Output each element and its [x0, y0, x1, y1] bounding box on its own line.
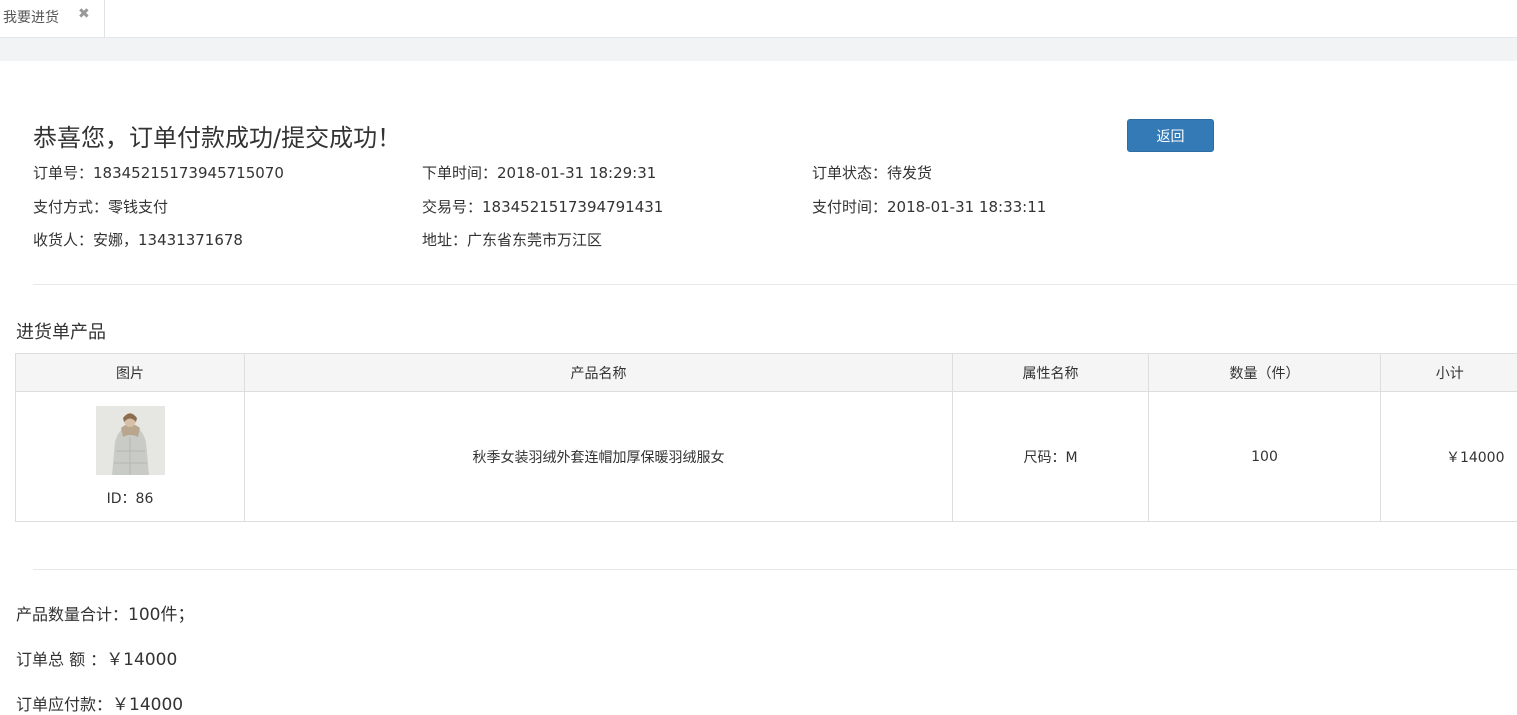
receiver: 收货人：安娜，13431371678 — [33, 229, 243, 250]
column-header: 产品名称 — [245, 354, 953, 392]
close-icon[interactable]: ✖ — [78, 6, 90, 22]
order-status: 订单状态：待发货 — [812, 162, 932, 183]
tab-bar: 我要进货 ✖ — [0, 0, 1517, 38]
table-row: ID：86 秋季女装羽绒外套连帽加厚保暖羽绒服女 尺码：M 100 ￥14000 — [16, 392, 1517, 522]
back-button[interactable]: 返回 — [1127, 119, 1214, 152]
section-title: 进货单产品 — [16, 318, 106, 344]
table-header-row: 图片 产品名称 属性名称 数量（件） 小计 — [16, 354, 1517, 392]
divider — [33, 569, 1517, 570]
page-title: 恭喜您，订单付款成功/提交成功！ — [33, 118, 401, 153]
column-header: 图片 — [16, 354, 245, 392]
down-jacket-image — [96, 406, 165, 475]
product-quantity: 100 — [1149, 392, 1381, 522]
order-total: 订单总 额 ：￥14000 — [16, 645, 177, 670]
order-total-label: 订单总 额 ： — [16, 650, 106, 669]
pay-time: 支付时间：2018-01-31 18:33:11 — [812, 196, 1046, 217]
order-payable-value: ￥14000 — [112, 695, 183, 715]
order-payable-label: 订单应付款： — [16, 695, 112, 714]
tab-purchase[interactable]: 我要进货 ✖ — [0, 0, 105, 37]
order-number: 订单号：18345215173945715070 — [33, 162, 284, 183]
product-attribute: 尺码：M — [953, 392, 1149, 522]
product-name: 秋季女装羽绒外套连帽加厚保暖羽绒服女 — [245, 392, 953, 522]
column-header: 数量（件） — [1149, 354, 1381, 392]
quantity-total-label: 产品数量合计： — [16, 605, 128, 624]
quantity-total: 产品数量合计：100件； — [16, 600, 194, 625]
toolbar-strip — [0, 38, 1517, 61]
order-total-value: ￥14000 — [106, 650, 177, 670]
tab-label: 我要进货 — [3, 7, 59, 27]
order-payable: 订单应付款：￥14000 — [16, 690, 183, 715]
quantity-total-value: 100件； — [128, 605, 194, 625]
order-time: 下单时间：2018-01-31 18:29:31 — [422, 162, 656, 183]
divider — [33, 284, 1517, 285]
column-header: 属性名称 — [953, 354, 1149, 392]
pay-method: 支付方式：零钱支付 — [33, 196, 168, 217]
product-id: ID：86 — [16, 488, 244, 508]
products-table: 图片 产品名称 属性名称 数量（件） 小计 — [15, 353, 1517, 522]
product-image-cell: ID：86 — [16, 392, 245, 522]
product-thumbnail[interactable] — [96, 406, 165, 475]
trade-number: 交易号：183452151739479143​1 — [422, 196, 663, 217]
address: 地址：广东省东莞市万江区 — [422, 229, 602, 250]
column-header: 小计 — [1381, 354, 1517, 392]
product-subtotal: ￥14000 — [1381, 392, 1517, 522]
